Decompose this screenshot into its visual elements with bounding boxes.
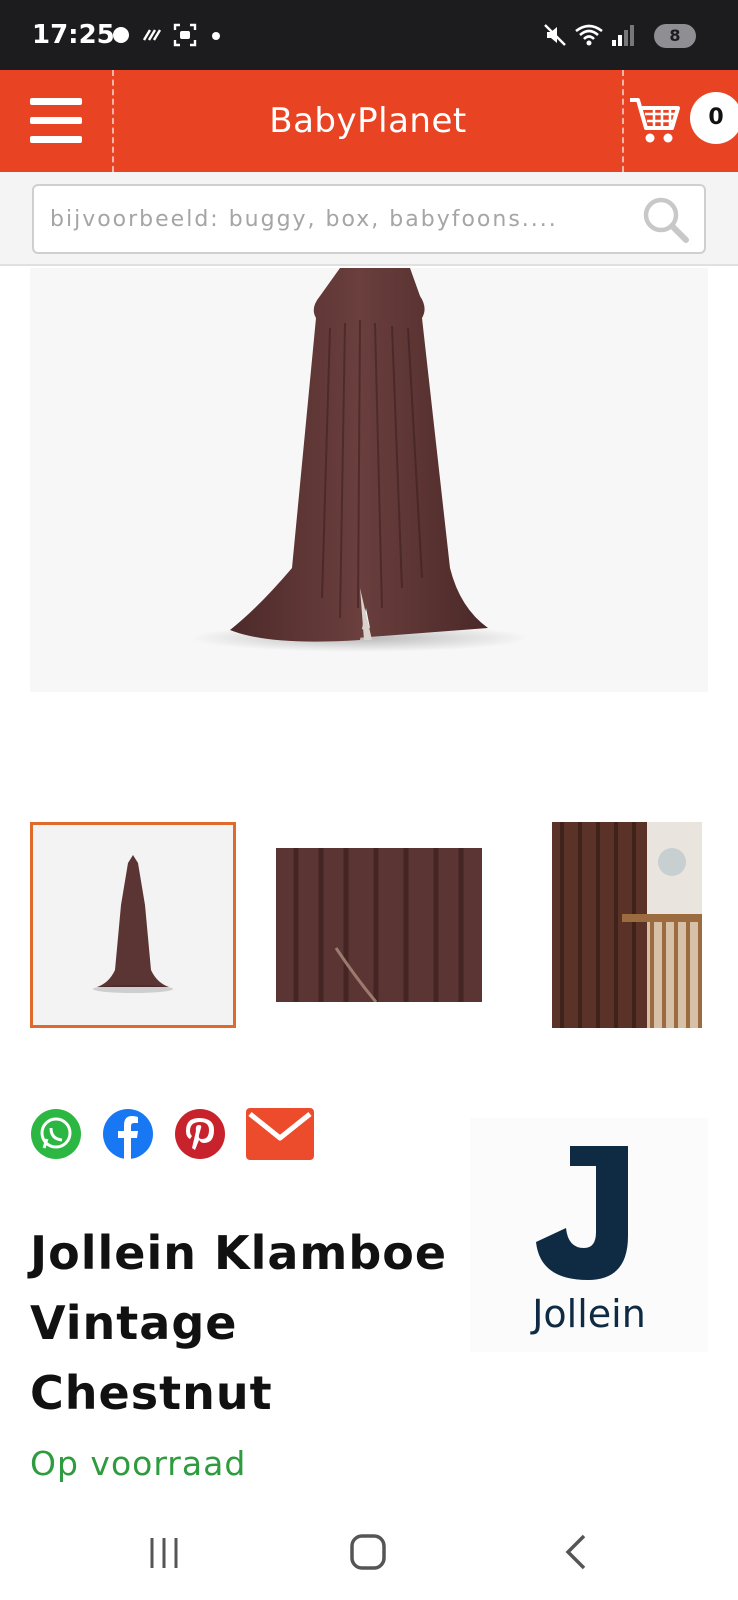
- back-icon[interactable]: [546, 1528, 606, 1576]
- jollein-logo-mark: [536, 1146, 628, 1280]
- thumbnail-fabric-closeup[interactable]: [276, 848, 482, 1002]
- product-title-line: Vintage: [30, 1296, 238, 1350]
- thumbnail-nursery-scene[interactable]: [552, 822, 702, 1028]
- canopy-image: [190, 268, 530, 652]
- dot-icon: [212, 32, 220, 40]
- brand-logo-text: Jollein: [532, 1292, 646, 1336]
- menu-line: [30, 117, 82, 124]
- search-icon[interactable]: [640, 194, 692, 246]
- status-bar: 17:25 8: [0, 0, 738, 70]
- battery-indicator: 8: [654, 24, 696, 48]
- cell-signal-icon: [612, 25, 634, 46]
- product-title-line: Jollein Klamboe: [30, 1226, 448, 1280]
- search-box: [32, 184, 706, 254]
- menu-line: [30, 136, 82, 143]
- email-icon[interactable]: [246, 1108, 314, 1160]
- menu-line: [30, 98, 82, 105]
- mute-icon: [544, 24, 566, 46]
- menu-button[interactable]: [0, 70, 114, 172]
- product-title-line: Chestnut: [30, 1366, 273, 1420]
- signal-slash-icon: [142, 29, 162, 41]
- notification-icon: [113, 27, 129, 43]
- stock-status: Op voorraad: [30, 1444, 247, 1483]
- wifi-icon: [575, 24, 603, 46]
- brand-logo[interactable]: Jollein: [470, 1118, 708, 1352]
- cart-count-badge: 0: [690, 92, 738, 144]
- status-time: 17:25: [32, 20, 115, 50]
- facebook-icon[interactable]: [102, 1108, 154, 1160]
- whatsapp-icon[interactable]: [30, 1108, 82, 1160]
- search-input[interactable]: [50, 186, 630, 252]
- thumbnail-image: [552, 822, 702, 1028]
- home-icon[interactable]: [338, 1528, 398, 1576]
- cart-icon: [630, 98, 680, 143]
- screenshot-icon: [173, 23, 197, 47]
- product-main-image[interactable]: [30, 268, 708, 692]
- thumbnail-canopy-full[interactable]: [30, 822, 236, 1028]
- pinterest-icon[interactable]: [174, 1108, 226, 1160]
- system-nav-bar: [0, 1500, 738, 1600]
- search-bar: [0, 172, 738, 266]
- recent-apps-icon[interactable]: [134, 1528, 194, 1576]
- product-title: Jollein Klamboe Vintage Chestnut: [30, 1218, 470, 1428]
- thumbnail-image: [93, 855, 173, 993]
- site-logo[interactable]: BabyPlanet: [114, 70, 622, 172]
- site-header: BabyPlanet 0: [0, 70, 738, 172]
- thumbnail-image: [276, 848, 482, 1002]
